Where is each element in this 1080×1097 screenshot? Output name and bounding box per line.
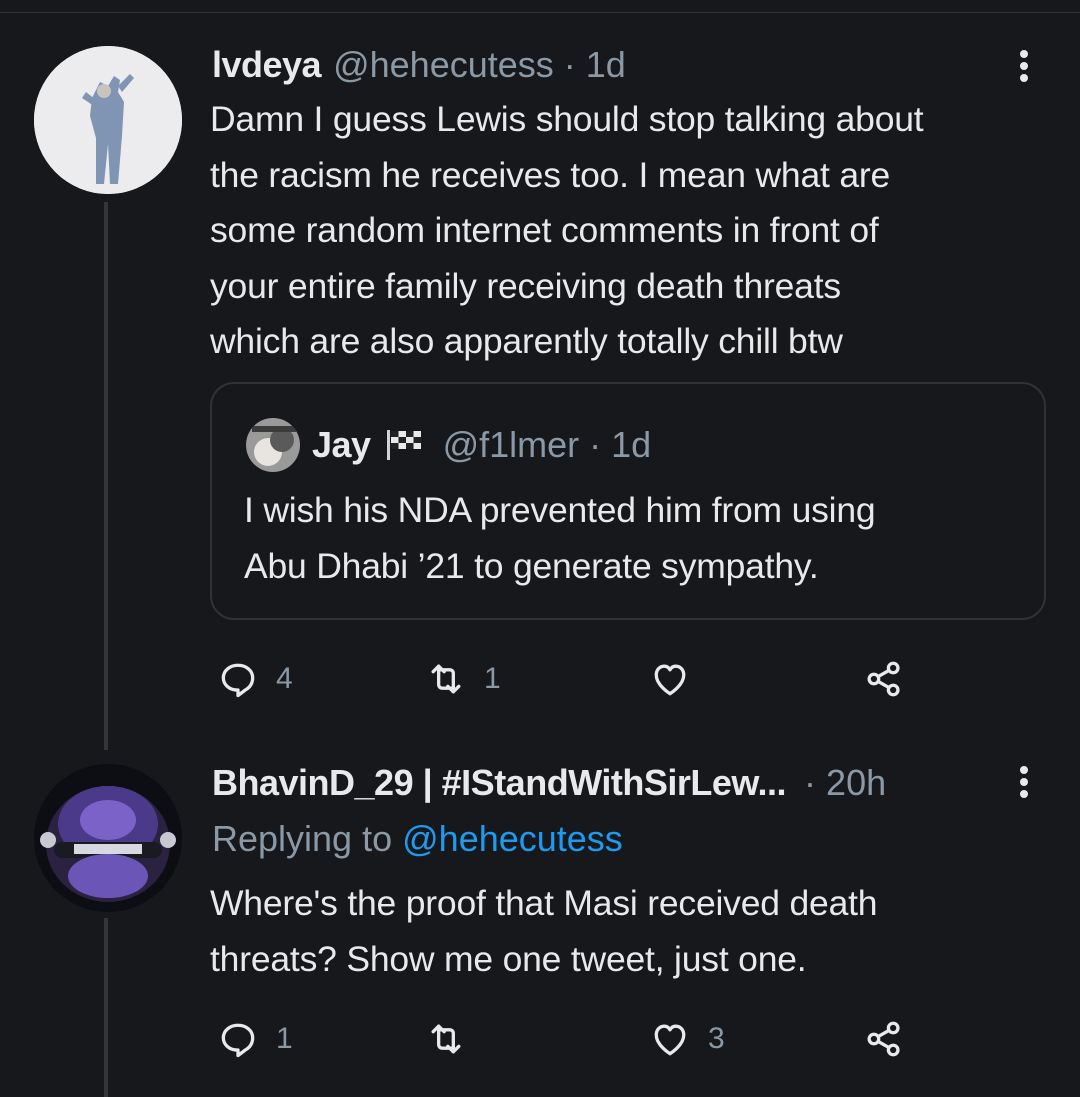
tweet-text: Where's the proof that Masi received dea… bbox=[210, 883, 878, 979]
reply-button[interactable]: 1 bbox=[216, 1014, 293, 1064]
reply-icon bbox=[221, 1023, 255, 1058]
separator-dot: · bbox=[804, 762, 817, 803]
retweet-button[interactable] bbox=[424, 1014, 484, 1064]
tweet-header: lvdeya @hehecutess · 1d bbox=[212, 42, 626, 88]
thread-line bbox=[104, 202, 108, 750]
share-icon bbox=[867, 1021, 900, 1057]
timestamp[interactable]: 20h bbox=[826, 762, 886, 804]
reply-icon bbox=[221, 663, 255, 698]
timestamp[interactable]: 1d bbox=[586, 44, 626, 86]
retweet-icon bbox=[431, 1024, 461, 1054]
tweet-header: BhavinD_29 | #IStandWithSirLew... · 20h bbox=[212, 760, 886, 806]
more-options-icon[interactable] bbox=[1012, 760, 1036, 804]
like-button[interactable]: 3 bbox=[648, 1014, 725, 1064]
display-name[interactable]: BhavinD_29 | #IStandWithSirLew... bbox=[212, 762, 787, 804]
quote-text: I wish his NDA prevented him from using … bbox=[244, 490, 876, 586]
quoted-tweet-card[interactable]: Jay @f1lmer · 1d I wish his NDA prevente… bbox=[210, 382, 1046, 620]
thread-line bbox=[104, 918, 108, 1097]
quote-timestamp[interactable]: 1d bbox=[611, 424, 651, 466]
reply-count: 1 bbox=[276, 1022, 293, 1055]
quote-header: Jay @f1lmer · 1d bbox=[312, 422, 651, 468]
avatar[interactable] bbox=[34, 764, 182, 912]
handle[interactable]: @hehecutess bbox=[333, 44, 554, 86]
checkered-flag-icon bbox=[385, 428, 425, 462]
retweet-count: 1 bbox=[484, 662, 501, 695]
more-options-icon[interactable] bbox=[1012, 44, 1036, 88]
reply-button[interactable]: 4 bbox=[216, 654, 293, 704]
mention-link[interactable]: @hehecutess bbox=[402, 818, 623, 859]
replying-to-label: Replying to bbox=[212, 818, 393, 859]
quote-display-name[interactable]: Jay bbox=[312, 424, 371, 466]
separator-dot: · bbox=[589, 424, 602, 465]
share-button[interactable] bbox=[862, 1014, 906, 1064]
share-icon bbox=[867, 661, 900, 697]
display-name[interactable]: lvdeya bbox=[212, 44, 322, 86]
avatar[interactable] bbox=[34, 46, 182, 194]
heart-icon bbox=[654, 664, 686, 696]
like-count: 3 bbox=[708, 1022, 725, 1055]
retweet-button[interactable]: 1 bbox=[424, 654, 501, 704]
top-divider bbox=[0, 12, 1080, 13]
heart-icon bbox=[654, 1024, 686, 1056]
quote-avatar bbox=[246, 418, 300, 472]
tweet-actions: 4 1 bbox=[212, 654, 912, 704]
quote-handle[interactable]: @f1lmer bbox=[443, 424, 580, 466]
replying-to: Replying to @hehecutess bbox=[212, 818, 623, 860]
share-button[interactable] bbox=[862, 654, 906, 704]
reply-count: 4 bbox=[276, 662, 293, 695]
tweet-actions: 1 3 bbox=[212, 1014, 912, 1064]
like-button[interactable] bbox=[648, 654, 708, 704]
avatar-figure-image bbox=[34, 46, 182, 194]
tweet-text: Damn I guess Lewis should stop talking a… bbox=[210, 99, 924, 361]
separator-dot: · bbox=[563, 44, 576, 85]
avatar-helmet-image bbox=[34, 764, 182, 912]
retweet-icon bbox=[431, 664, 461, 694]
